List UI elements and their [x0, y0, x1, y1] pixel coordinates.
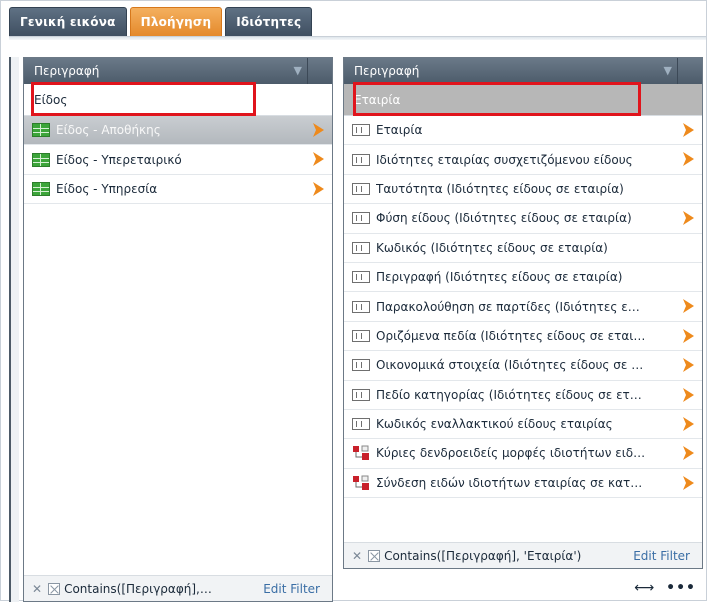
- chevron-right-icon[interactable]: [682, 416, 694, 431]
- left-filter-row[interactable]: Είδος: [24, 84, 332, 116]
- list-item-label: Ταυτότητα (Ιδιότητες είδους σε εταιρία): [376, 181, 624, 196]
- more-options-icon[interactable]: •••: [666, 580, 696, 596]
- list-item[interactable]: Είδος - Αποθήκης: [24, 116, 332, 146]
- property-icon: [352, 359, 370, 372]
- list-item[interactable]: Κωδικός εναλλακτικού είδους εταιρίας: [344, 410, 702, 440]
- list-item-label: Είδος - Υπερεταιρικό: [56, 152, 182, 167]
- tab-overview[interactable]: Γενική εικόνα: [9, 7, 127, 37]
- list-item[interactable]: Ιδιότητες εταιρίας συσχετιζόμενου είδους: [344, 145, 702, 175]
- list-item[interactable]: Κωδικός (Ιδιότητες είδους σε εταιρία): [344, 234, 702, 263]
- list-item-label: Περιγραφή (Ιδιότητες είδους σε εταιρία): [376, 270, 623, 285]
- list-item-label: Ιδιότητες εταιρίας συσχετιζόμενου είδους: [376, 152, 633, 167]
- header-divider: [307, 58, 308, 84]
- right-filter-expression: Contains([Περιγραφή], 'Εταιρία'): [384, 548, 582, 563]
- chevron-right-icon[interactable]: [682, 328, 694, 343]
- right-list-panel: Περιγραφή ▼ Εταιρία Εταιρία Ιδιότητες ετ…: [343, 57, 703, 569]
- table-icon: [32, 152, 50, 167]
- header-divider: [677, 58, 678, 84]
- list-item[interactable]: Εταιρία: [344, 116, 702, 146]
- left-column-header[interactable]: Περιγραφή ▼: [24, 58, 332, 84]
- filter-enable-checkbox[interactable]: [368, 549, 381, 562]
- tab-properties[interactable]: Ιδιότητες: [225, 7, 313, 37]
- left-filter-value: Είδος: [34, 92, 68, 107]
- right-filter-row[interactable]: Εταιρία: [344, 84, 702, 116]
- chevron-right-icon[interactable]: [682, 123, 694, 137]
- property-icon: [352, 241, 370, 254]
- list-item[interactable]: Ταυτότητα (Ιδιότητες είδους σε εταιρία): [344, 175, 702, 205]
- property-icon: [352, 124, 370, 137]
- chevron-right-icon[interactable]: [312, 181, 324, 196]
- list-item[interactable]: Φύση είδους (Ιδιότητες είδους σε εταιρία…: [344, 204, 702, 234]
- chevron-right-icon[interactable]: [682, 299, 694, 314]
- table-icon: [32, 181, 50, 196]
- tree-relation-icon: [353, 475, 369, 490]
- list-item-label: Οριζόμενα πεδία (Ιδιότητες είδους σε ετα…: [376, 328, 646, 343]
- list-item[interactable]: Περιγραφή (Ιδιότητες είδους σε εταιρία): [344, 263, 702, 293]
- left-filter-expression: Contains([Περιγραφή],…: [64, 581, 212, 596]
- list-item-label: Πεδίο κατηγορίας (Ιδιότητες είδους σε ετ…: [376, 387, 642, 402]
- list-item[interactable]: Πεδίο κατηγορίας (Ιδιότητες είδους σε ετ…: [344, 381, 702, 410]
- filter-enable-checkbox[interactable]: [48, 582, 61, 595]
- tab-bar-underline: [9, 36, 706, 40]
- bottom-toolbar: ⟷ •••: [634, 580, 696, 596]
- chevron-right-icon[interactable]: [682, 211, 694, 226]
- left-gutter: [9, 57, 19, 602]
- list-item-label: Σύνδεση ειδών ιδιοτήτων εταιρίας σε κατ…: [376, 475, 643, 490]
- navigation-window: Γενική εικόνα Πλοήγηση Ιδιότητες Περιγρα…: [0, 0, 707, 602]
- clear-filter-icon[interactable]: ✕: [32, 582, 42, 596]
- right-filter-value: Εταιρία: [354, 92, 401, 107]
- right-column-header-label: Περιγραφή: [354, 64, 420, 78]
- resize-icon[interactable]: ⟷: [634, 580, 654, 596]
- property-icon: [352, 182, 370, 195]
- left-column-header-label: Περιγραφή: [34, 64, 100, 78]
- list-item-label: Είδος - Αποθήκης: [56, 123, 161, 138]
- tab-bar: Γενική εικόνα Πλοήγηση Ιδιότητες: [9, 7, 313, 37]
- right-filter-footer: ✕ Contains([Περιγραφή], 'Εταιρία') Edit …: [344, 542, 702, 568]
- chevron-right-icon[interactable]: [312, 152, 324, 167]
- property-icon: [352, 418, 370, 431]
- list-item-label: Φύση είδους (Ιδιότητες είδους σε εταιρία…: [376, 211, 632, 226]
- list-item[interactable]: Είδος - Υπηρεσία: [24, 175, 332, 205]
- list-item[interactable]: Είδος - Υπερεταιρικό: [24, 145, 332, 175]
- left-list-panel: Περιγραφή ▼ Είδος Είδος - Αποθήκης Είδος…: [23, 57, 333, 602]
- chevron-right-icon[interactable]: [682, 446, 694, 461]
- filter-icon[interactable]: ▼: [294, 64, 302, 77]
- chevron-right-icon[interactable]: [682, 152, 694, 167]
- tree-relation-icon: [353, 445, 369, 461]
- list-item[interactable]: Παρακολούθηση σε παρτίδες (Ιδιότητες ε…: [344, 292, 702, 322]
- list-item[interactable]: Κύριες δενδροειδείς μορφές ιδιοτήτων ειδ…: [344, 439, 702, 469]
- list-item-label: Κωδικός εναλλακτικού είδους εταιρίας: [376, 417, 613, 432]
- list-item-label: Παρακολούθηση σε παρτίδες (Ιδιότητες ε…: [376, 299, 640, 314]
- chevron-right-icon[interactable]: [682, 475, 694, 490]
- property-icon: [352, 153, 370, 166]
- list-item-label: Κωδικός (Ιδιότητες είδους σε εταιρία): [376, 240, 608, 255]
- right-column-header[interactable]: Περιγραφή ▼: [344, 58, 702, 84]
- property-icon: [352, 212, 370, 225]
- table-icon: [32, 123, 50, 138]
- property-icon: [352, 329, 370, 342]
- clear-filter-icon[interactable]: ✕: [352, 549, 362, 563]
- list-item[interactable]: Οριζόμενα πεδία (Ιδιότητες είδους σε ετα…: [344, 322, 702, 352]
- list-item-label: Κύριες δενδροειδείς μορφές ιδιοτήτων ειδ…: [376, 446, 646, 461]
- list-item[interactable]: Οικονομικά στοιχεία (Ιδιότητες είδους σε…: [344, 351, 702, 381]
- list-item-label: Οικονομικά στοιχεία (Ιδιότητες είδους σε…: [376, 358, 644, 373]
- chevron-right-icon[interactable]: [682, 387, 694, 402]
- chevron-right-icon[interactable]: [312, 123, 324, 137]
- chevron-right-icon[interactable]: [682, 358, 694, 373]
- edit-filter-link[interactable]: Edit Filter: [263, 582, 320, 596]
- list-item[interactable]: Σύνδεση ειδών ιδιοτήτων εταιρίας σε κατ…: [344, 469, 702, 499]
- left-filter-footer: ✕ Contains([Περιγραφή],… Edit Filter: [24, 575, 332, 601]
- property-icon: [352, 271, 370, 284]
- tab-navigation[interactable]: Πλοήγηση: [129, 7, 223, 37]
- property-icon: [352, 388, 370, 401]
- property-icon: [352, 300, 370, 313]
- filter-icon[interactable]: ▼: [664, 64, 672, 77]
- edit-filter-link[interactable]: Edit Filter: [633, 549, 690, 563]
- list-item-label: Εταιρία: [376, 123, 423, 138]
- list-item-label: Είδος - Υπηρεσία: [56, 181, 158, 196]
